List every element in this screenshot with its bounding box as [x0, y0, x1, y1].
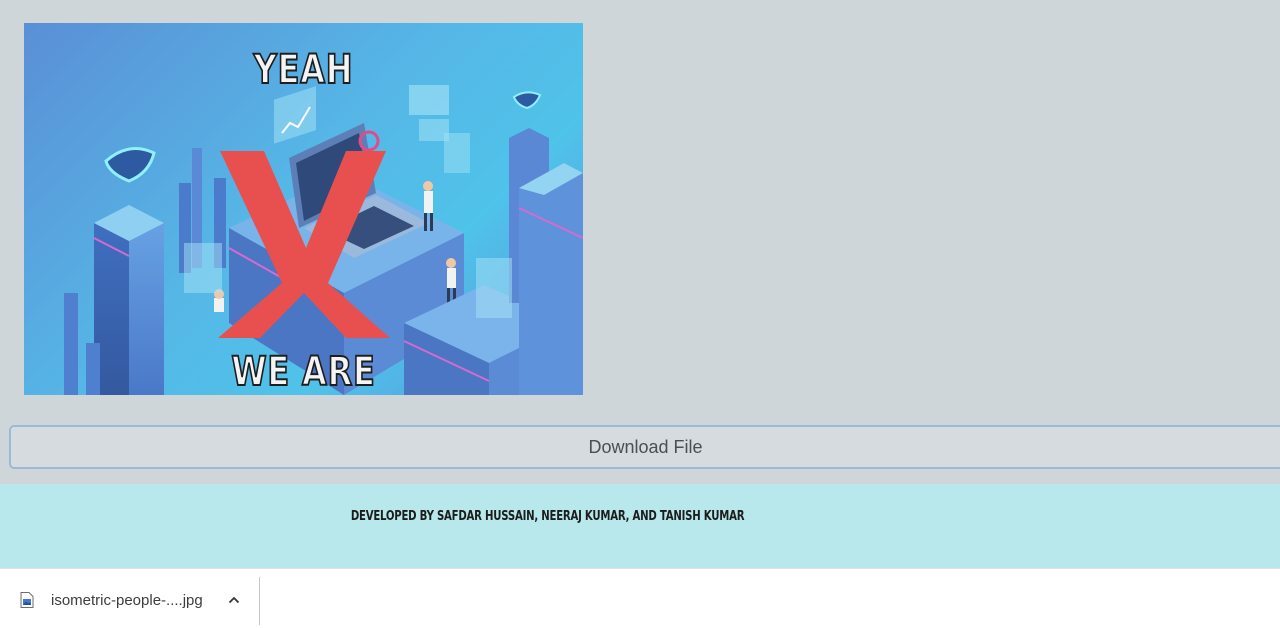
- meme-top-caption: YEAH: [253, 46, 354, 94]
- download-file-button[interactable]: Download File: [9, 425, 1280, 469]
- downloaded-file-name: isometric-people-....jpg: [51, 592, 203, 609]
- meme-bottom-caption: WE ARE: [231, 348, 376, 395]
- footer-credit: DEVELOPED BY SAFDAR HUSSAIN, NEERAJ KUMA…: [350, 509, 745, 524]
- page: YEAH WE ARE Download File DEVELOPED BY S…: [0, 0, 1280, 628]
- downloaded-file-item[interactable]: isometric-people-....jpg: [0, 569, 260, 628]
- image-file-icon: [20, 592, 34, 608]
- download-button-label: Download File: [588, 437, 703, 457]
- meme-image: YEAH WE ARE: [24, 23, 583, 395]
- footer: DEVELOPED BY SAFDAR HUSSAIN, NEERAJ KUMA…: [0, 484, 1280, 568]
- download-shelf: isometric-people-....jpg: [0, 568, 1280, 628]
- shelf-divider: [259, 577, 260, 625]
- chevron-up-icon[interactable]: [225, 591, 243, 609]
